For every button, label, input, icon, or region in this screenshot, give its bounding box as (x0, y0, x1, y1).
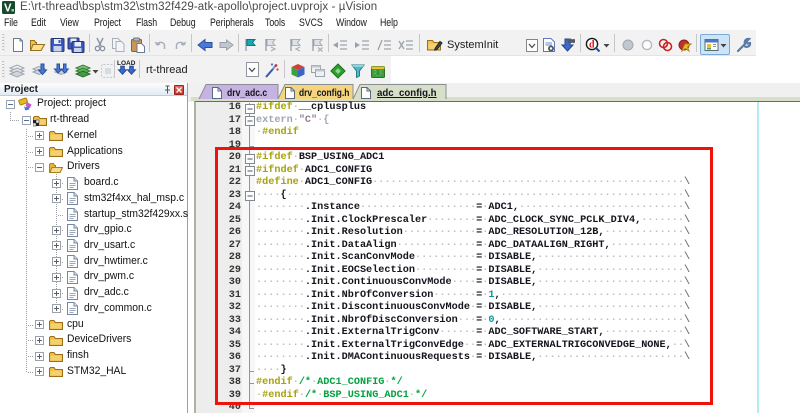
svg-text:d: d (589, 40, 595, 51)
